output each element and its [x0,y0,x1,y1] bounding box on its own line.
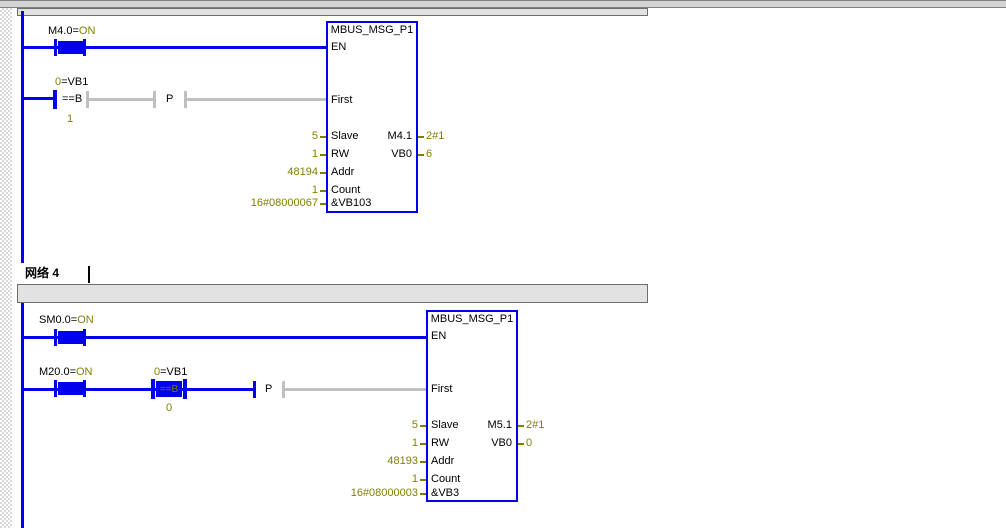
param-value[interactable]: 5 [178,130,318,142]
edge-contact-left-bar[interactable] [253,381,256,398]
param-value[interactable]: 16#08000003 [278,487,418,499]
param-label: Count [331,184,360,196]
compare-operand-text: =VB1 [160,366,187,378]
rung-wire [89,98,153,101]
output-operand[interactable]: M5.1 [452,419,512,431]
param-tick [420,493,426,495]
param-value[interactable]: 1 [278,437,418,449]
block-title: MBUS_MSG_P1 [328,24,416,36]
param-tick [518,425,524,427]
param-tick [518,443,524,445]
param-tick [420,461,426,463]
contact-operand-label[interactable]: SM0.0=ON [39,314,94,326]
compare-operand-label[interactable]: 0=VB1 [154,366,187,378]
compare-current-value: 1 [67,113,73,125]
status-text: ON [77,314,94,326]
contact-power-fill[interactable] [58,41,83,54]
contact-power-fill[interactable] [58,331,83,344]
output-operand[interactable]: VB0 [352,148,412,160]
block-en-label: EN [331,41,346,53]
rung-wire [285,388,426,391]
param-label: RW [331,148,349,160]
param-tick [420,479,426,481]
rung-wire [23,97,53,100]
param-value[interactable]: 1 [178,184,318,196]
output-operand[interactable]: M4.1 [352,130,412,142]
text-cursor [88,266,90,283]
compare-operator-label[interactable]: ==B [62,93,82,105]
param-value[interactable]: 1 [278,473,418,485]
no-contact-right-bar[interactable] [83,380,86,397]
compare-operand-text: =VB1 [61,76,88,88]
edge-contact-label[interactable]: P [265,383,272,395]
param-tick [420,425,426,427]
compare-contact-left-bar[interactable] [53,90,57,109]
param-tick [418,136,424,138]
operand-text: M20.0= [39,366,76,378]
output-status-value: 2#1 [526,419,544,431]
contact-operand-label[interactable]: M4.0=ON [48,25,95,37]
param-tick [320,154,326,156]
param-value[interactable]: 48193 [278,455,418,467]
compare-current-value: 0 [166,402,172,414]
pane-splitter-bar[interactable] [0,0,1006,8]
param-tick [320,172,326,174]
block-en-label: EN [431,330,446,342]
contact-operand-label[interactable]: M20.0=ON [39,366,93,378]
param-tick [320,203,326,205]
status-text: ON [79,25,96,37]
compare-contact-right-bar[interactable] [183,379,187,399]
operand-text: M4.0= [48,25,79,37]
param-value[interactable]: 16#08000067 [178,197,318,209]
param-tick [320,136,326,138]
output-status-value: 6 [426,148,432,160]
param-label: Addr [331,166,354,178]
ladder-editor-pane: M4.0=ON 0=VB1 ==B 1 P MBUS_MSG_P1 EN Fir… [0,0,1006,528]
param-label: Count [431,473,460,485]
param-label: &VB3 [431,487,459,499]
edge-contact-label[interactable]: P [166,93,173,105]
param-tick [420,443,426,445]
output-operand[interactable]: VB0 [452,437,512,449]
param-value[interactable]: 1 [178,148,318,160]
contact-power-fill[interactable] [58,382,83,395]
rung-wire [187,98,326,101]
block-title: MBUS_MSG_P1 [428,313,516,325]
network-comment-bar[interactable] [17,284,648,303]
compare-operand-label[interactable]: 0=VB1 [55,76,88,88]
param-label: &VB103 [331,197,371,209]
param-tick [418,154,424,156]
no-contact-right-bar[interactable] [83,39,86,56]
network-margin-hatch [0,8,12,528]
edge-contact-left-bar[interactable] [153,91,156,108]
output-status-value: 0 [526,437,532,449]
network-comment-bar[interactable] [17,8,648,16]
no-contact-left-bar[interactable] [54,380,57,397]
param-value[interactable]: 5 [278,419,418,431]
no-contact-left-bar[interactable] [54,39,57,56]
compare-contact-left-bar[interactable] [151,379,155,399]
block-first-label: First [431,383,452,395]
no-contact-left-bar[interactable] [54,329,57,346]
block-first-label: First [331,94,352,106]
status-text: ON [76,366,93,378]
param-value[interactable]: 48194 [178,166,318,178]
param-label: RW [431,437,449,449]
no-contact-right-bar[interactable] [83,329,86,346]
output-status-value: 2#1 [426,130,444,142]
param-tick [320,190,326,192]
network-title[interactable]: 网络 4 [25,267,59,279]
param-label: Addr [431,455,454,467]
operand-text: SM0.0= [39,314,77,326]
compare-operator-label[interactable]: ==B [156,382,182,397]
